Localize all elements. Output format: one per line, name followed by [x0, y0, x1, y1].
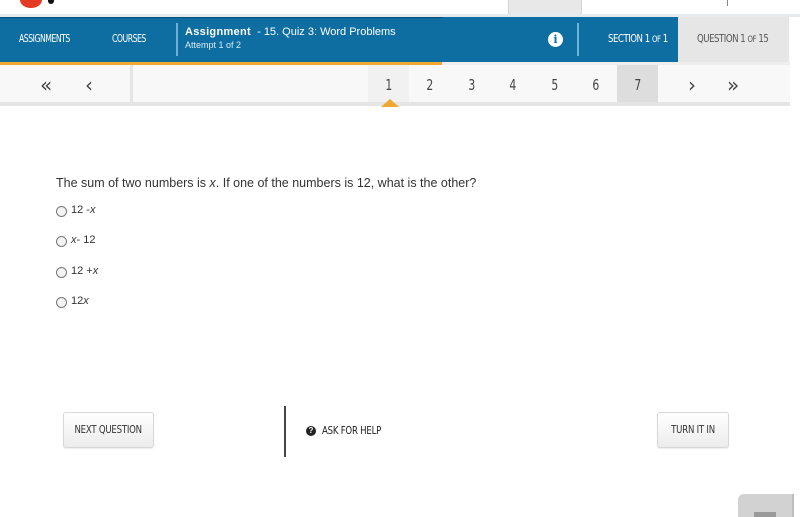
turn-it-in-button[interactable]: TURN IT IN [657, 412, 729, 448]
header-gap [789, 17, 800, 62]
radio-button[interactable] [56, 297, 67, 308]
question-text-part: The sum of two numbers is [56, 176, 210, 190]
next-page-icon[interactable]: › [688, 65, 696, 103]
header-divider [577, 23, 579, 56]
info-icon[interactable]: i [548, 32, 563, 47]
section-total: 1 [662, 33, 668, 45]
page-number-label: 2 [426, 76, 434, 94]
question-text: The sum of two numbers is x. If one of t… [56, 176, 476, 190]
assignment-title: Assignment - 15. Quiz 3: Word Problems [185, 26, 396, 38]
section-indicator: SECTION 1 OF 1 [608, 17, 668, 62]
nav-courses[interactable]: COURSES [112, 17, 146, 62]
next-question-label: NEXT QUESTION [74, 423, 143, 436]
option-text: 12 - [71, 204, 90, 216]
question-of: OF [747, 35, 757, 45]
option-variable: x [92, 265, 99, 277]
page-number-5[interactable]: 5 [534, 65, 575, 102]
option-variable: x [89, 204, 96, 216]
ask-for-help-link[interactable]: ASK FOR HELP [322, 424, 381, 437]
attempt-count: Attempt 1 of 2 [185, 40, 242, 50]
question-text-part: . If one of the numbers is 12, what is t… [215, 176, 477, 190]
page-number-3[interactable]: 3 [451, 65, 492, 102]
option-text: 12 + [71, 265, 93, 277]
answer-option[interactable]: 12 + x [56, 264, 98, 278]
page-number-label: 7 [634, 76, 641, 94]
section-of: OF [651, 35, 661, 45]
page-number-2[interactable]: 2 [410, 65, 451, 102]
nav-assignments[interactable]: ASSIGNMENTS [19, 17, 70, 62]
page-number-label: 6 [592, 76, 600, 94]
radio-button[interactable] [56, 236, 67, 247]
page-number-1[interactable]: 1 [368, 65, 409, 102]
answer-option[interactable]: 12 - x [56, 203, 95, 217]
prev-page-icon[interactable]: ‹ [85, 65, 93, 103]
page-number-4[interactable]: 4 [493, 65, 534, 102]
next-question-button[interactable]: NEXT QUESTION [63, 412, 154, 448]
header-divider [176, 23, 178, 56]
question-indicator: QUESTION 1 OF 15 [697, 17, 769, 62]
radio-button[interactable] [56, 267, 67, 278]
top-divider [727, 0, 728, 6]
footer-divider [284, 406, 286, 457]
pager-divider [130, 65, 133, 106]
option-variable: x [83, 295, 89, 307]
help-icon[interactable]: ? [306, 426, 316, 436]
page-number-label: 3 [468, 76, 475, 94]
option-text: - 12 [76, 234, 96, 246]
assignment-label: Assignment [185, 26, 251, 38]
page-number-6[interactable]: 6 [576, 65, 617, 102]
top-tab-active[interactable] [508, 0, 582, 14]
app-logo-icon [20, 0, 42, 8]
answer-option[interactable]: 12 x [56, 294, 89, 308]
question-current: QUESTION 1 [697, 33, 746, 45]
answer-option[interactable]: x - 12 [56, 233, 95, 247]
page-number-7[interactable]: 7 [617, 65, 658, 102]
scroll-widget-handle[interactable] [754, 512, 776, 517]
radio-button[interactable] [56, 206, 67, 217]
question-total: 15 [758, 33, 769, 45]
last-page-icon[interactable]: » [727, 65, 739, 103]
app-logo-mark-icon [48, 0, 54, 4]
top-bar [0, 0, 800, 14]
page-number-label: 5 [551, 76, 558, 94]
section-current: SECTION 1 [608, 33, 650, 45]
first-page-icon[interactable]: « [40, 65, 52, 103]
assignment-name: - 15. Quiz 3: Word Problems [257, 26, 396, 38]
turn-it-in-label: TURN IT IN [671, 423, 715, 436]
current-page-marker [381, 99, 399, 107]
scroll-widget-edge [792, 494, 794, 517]
page-number-label: 4 [509, 76, 517, 94]
option-text: 12 [71, 295, 84, 307]
